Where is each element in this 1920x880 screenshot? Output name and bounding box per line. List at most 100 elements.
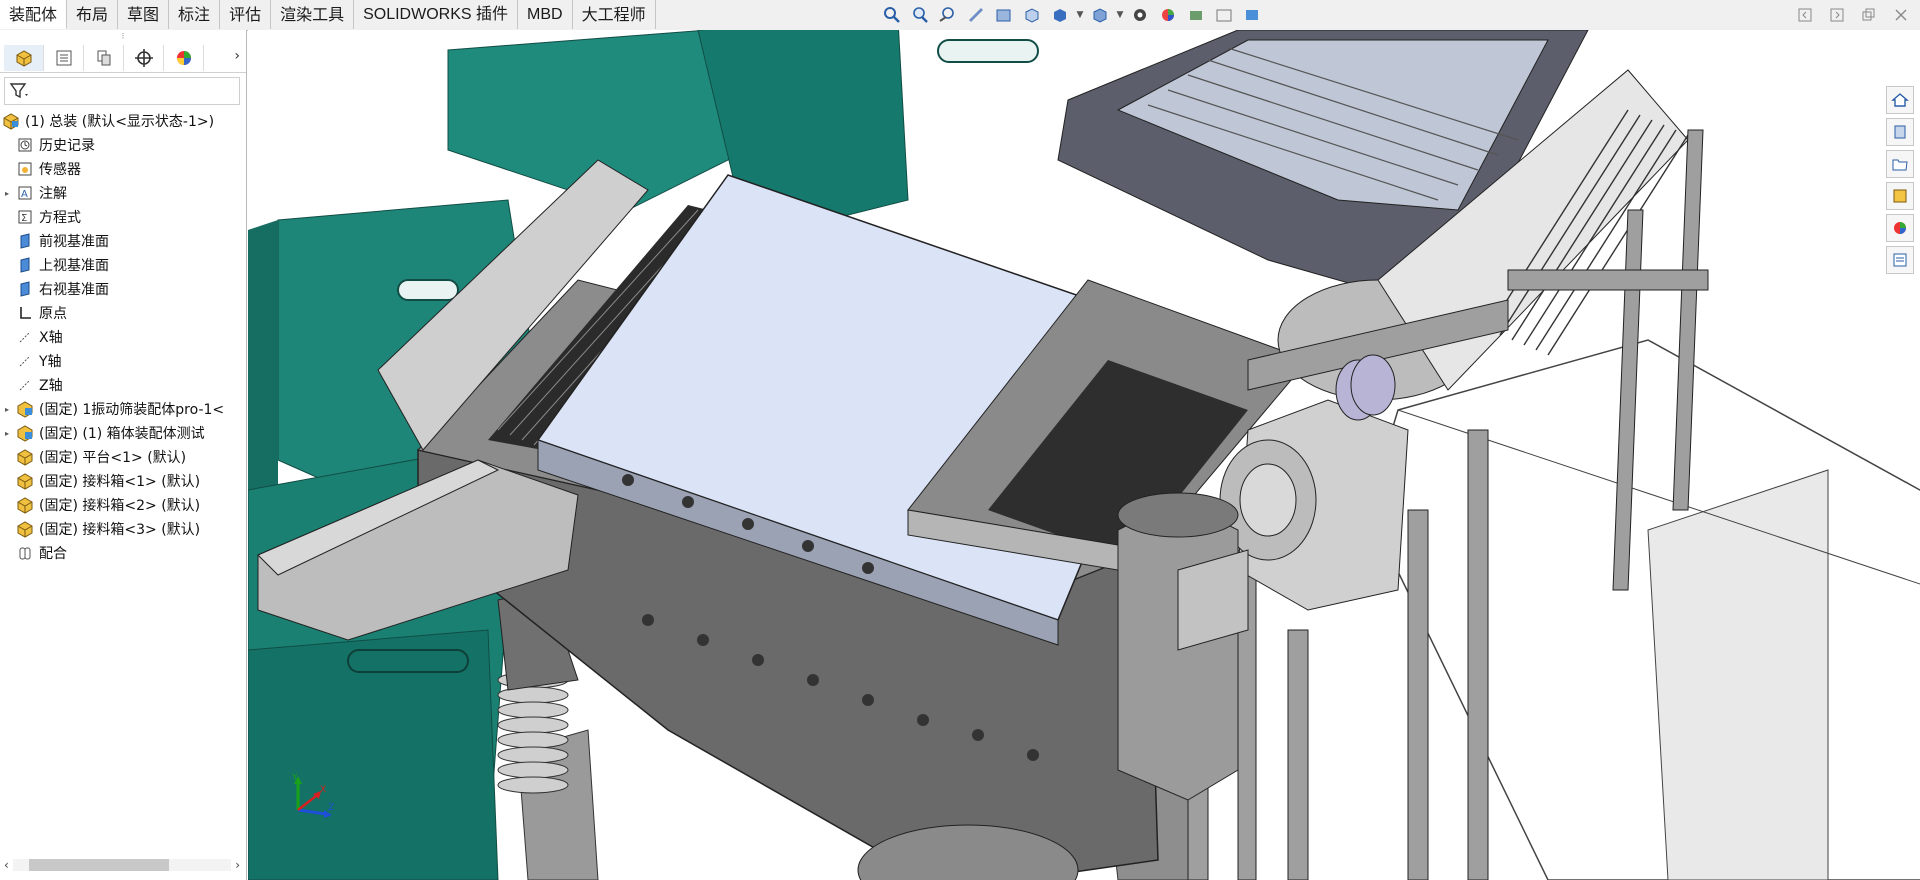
tab-layout[interactable]: 布局 (67, 0, 119, 29)
subassembly-icon (14, 399, 36, 419)
tree-item[interactable]: Σ 方程式 (0, 205, 246, 229)
scrollbar-thumb[interactable] (28, 859, 169, 871)
display-pane-icon[interactable] (1212, 3, 1236, 27)
tree-item-label: 上视基准面 (39, 258, 109, 274)
display-style-icon[interactable] (1048, 3, 1072, 27)
tree-item[interactable]: 配合 (0, 541, 246, 565)
tab-sketch[interactable]: 草图 (118, 0, 170, 29)
view-orientation-icon[interactable] (1020, 3, 1044, 27)
tree-item-label: 配合 (39, 546, 67, 562)
tree-item-label: 右视基准面 (39, 282, 109, 298)
dynamic-annotation-icon[interactable] (992, 3, 1016, 27)
tab-evaluate[interactable]: 评估 (220, 0, 272, 29)
file-explorer-icon[interactable] (1886, 150, 1914, 178)
chevron-right-icon[interactable]: › (234, 48, 240, 64)
previous-view-icon[interactable] (936, 3, 960, 27)
platform-side (1647, 469, 1829, 880)
display-manager-tab[interactable] (164, 45, 204, 71)
tree-item[interactable]: Y轴 (0, 349, 246, 373)
triad-x-label: X (320, 785, 326, 795)
origin-icon (14, 303, 36, 323)
tab-markup[interactable]: 标注 (169, 0, 221, 29)
feature-tree: (1) 总装 (默认<显示状态-1>) 历史记录 传感器 ▸ A 注解 Σ 方程式前视基准面… (0, 109, 246, 565)
tree-item[interactable]: (固定) 平台<1> (默认) (0, 445, 246, 469)
scroll-left-icon[interactable]: ‹ (4, 858, 9, 872)
tree-item[interactable]: 原点 (0, 301, 246, 325)
tree-item-label: (固定) (1) 箱体装配体测试 (39, 426, 205, 442)
tree-item-label: Y轴 (39, 354, 62, 370)
hide-show-icon[interactable] (1088, 3, 1112, 27)
tree-item[interactable]: (固定) 接料箱<2> (默认) (0, 493, 246, 517)
tree-item[interactable]: (固定) 接料箱<1> (默认) (0, 469, 246, 493)
design-library-icon[interactable] (1886, 118, 1914, 146)
panel-tabs: › (0, 44, 246, 73)
dimxpert-manager-tab[interactable] (124, 45, 164, 71)
tree-item[interactable]: (固定) 接料箱<3> (默认) (0, 517, 246, 541)
equation-icon: Σ (14, 207, 36, 227)
plane-icon (14, 279, 36, 299)
configuration-manager-tab[interactable] (84, 45, 124, 71)
tree-item-label: 原点 (39, 306, 67, 322)
tab-solidworks-addins[interactable]: SOLIDWORKS 插件 (354, 0, 519, 29)
home-icon[interactable] (1886, 86, 1914, 114)
monitor-icon[interactable] (1240, 3, 1264, 27)
tree-filter[interactable] (4, 77, 240, 105)
tree-item[interactable]: X轴 (0, 325, 246, 349)
expand-arrow-icon[interactable]: ▸ (0, 405, 14, 414)
scrollbar-track[interactable] (12, 859, 232, 871)
feature-manager-tab[interactable] (4, 45, 44, 71)
tree-item[interactable]: ▸ (固定) 1振动筛装配体pro-1< (0, 397, 246, 421)
annotation-icon: A (14, 183, 36, 203)
view-palette-icon[interactable] (1886, 182, 1914, 210)
tree-root-assembly[interactable]: (1) 总装 (默认<显示状态-1>) (0, 109, 246, 133)
view-settings-icon[interactable] (1184, 3, 1208, 27)
edit-appearance-icon[interactable] (1128, 3, 1152, 27)
part-icon (14, 519, 36, 539)
command-tabs: 装配体 布局 草图 标注 评估 渲染工具 SOLIDWORKS 插件 MBD 大… (0, 0, 656, 30)
tree-item-label: (固定) 接料箱<1> (默认) (39, 474, 201, 490)
appearances-icon[interactable] (1886, 214, 1914, 242)
tree-item-label: 前视基准面 (39, 234, 109, 250)
tab-render-tools[interactable]: 渲染工具 (271, 0, 355, 29)
property-manager-tab[interactable] (44, 45, 84, 71)
tab-assembly[interactable]: 装配体 (0, 0, 68, 29)
zoom-to-fit-icon[interactable] (880, 3, 904, 27)
tree-item-label: 方程式 (39, 210, 81, 226)
tree-item[interactable]: 右视基准面 (0, 277, 246, 301)
chevron-down-icon[interactable]: ▼ (1116, 3, 1124, 27)
tree-item[interactable]: 上视基准面 (0, 253, 246, 277)
plane-icon (14, 255, 36, 275)
tab-mbd[interactable]: MBD (518, 0, 573, 29)
scroll-right-icon[interactable]: › (235, 858, 240, 872)
close-icon[interactable] (1890, 4, 1912, 26)
tree-item[interactable]: ▸ (固定) (1) 箱体装配体测试 (0, 421, 246, 445)
part-icon (14, 471, 36, 491)
expand-arrow-icon[interactable]: ▸ (0, 189, 14, 198)
apply-scene-icon[interactable] (1156, 3, 1180, 27)
part-icon (14, 447, 36, 467)
tree-item[interactable]: 前视基准面 (0, 229, 246, 253)
tab-big-engineer[interactable]: 大工程师 (572, 0, 656, 29)
section-view-icon[interactable] (964, 3, 988, 27)
history-icon (14, 135, 36, 155)
sensor-icon (14, 159, 36, 179)
zoom-area-icon[interactable] (908, 3, 932, 27)
tree-item-label: X轴 (39, 330, 63, 346)
tree-item[interactable]: Z轴 (0, 373, 246, 397)
assembly-3d-model[interactable] (248, 30, 1920, 880)
horizontal-scrollbar[interactable]: ‹ › (4, 856, 240, 874)
window-controls (1794, 4, 1912, 26)
tree-root-label: (1) 总装 (默认<显示状态-1>) (25, 114, 215, 130)
panel-grip[interactable]: ⁝ (0, 30, 246, 44)
tree-item[interactable]: 历史记录 (0, 133, 246, 157)
custom-properties-icon[interactable] (1886, 246, 1914, 274)
expand-arrow-icon[interactable]: ▸ (0, 429, 14, 438)
expand-icon[interactable] (1826, 4, 1848, 26)
filter-icon[interactable] (9, 81, 31, 101)
restore-icon[interactable] (1858, 4, 1880, 26)
collapse-icon[interactable] (1794, 4, 1816, 26)
tree-item[interactable]: ▸ A 注解 (0, 181, 246, 205)
chevron-down-icon[interactable]: ▼ (1076, 3, 1084, 27)
tree-item[interactable]: 传感器 (0, 157, 246, 181)
graphics-area[interactable] (248, 30, 1920, 880)
